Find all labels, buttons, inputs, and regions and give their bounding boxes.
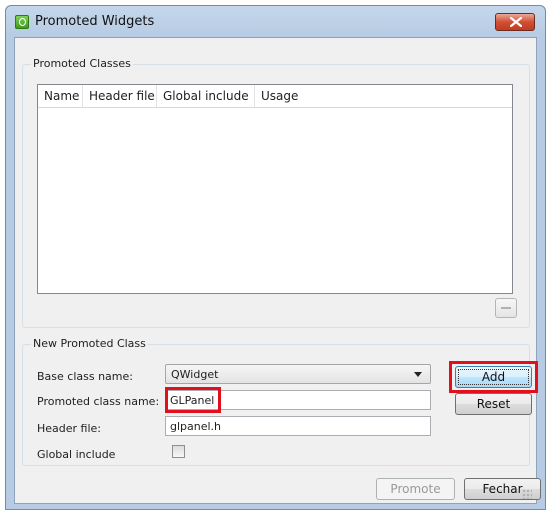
- promoted-class-label: Promoted class name:: [37, 395, 160, 408]
- reset-button[interactable]: Reset: [455, 393, 532, 415]
- promoted-class-value: GLPanel: [170, 394, 215, 407]
- new-promoted-class-title: New Promoted Class: [31, 337, 148, 350]
- column-header-name[interactable]: Name: [38, 85, 83, 107]
- base-class-combobox[interactable]: QWidget: [165, 364, 431, 384]
- close-icon: [510, 17, 522, 27]
- header-file-value: glpanel.h: [170, 420, 222, 433]
- title-bar[interactable]: Promoted Widgets: [6, 6, 545, 38]
- add-button-label: Add: [458, 369, 529, 385]
- global-include-checkbox[interactable]: [172, 445, 185, 458]
- qt-designer-icon: [15, 15, 29, 29]
- promoted-classes-title: Promoted Classes: [31, 57, 133, 70]
- window-title: Promoted Widgets: [35, 14, 155, 29]
- base-class-label: Base class name:: [37, 370, 133, 383]
- resize-grip[interactable]: [522, 489, 532, 499]
- base-class-value: QWidget: [171, 368, 219, 381]
- column-header-header-file[interactable]: Header file: [83, 85, 157, 107]
- promote-button[interactable]: Promote: [376, 478, 455, 500]
- header-file-label: Header file:: [37, 422, 102, 435]
- add-button[interactable]: Add: [455, 366, 532, 388]
- column-header-global-include[interactable]: Global include: [157, 85, 255, 107]
- column-header-usage[interactable]: Usage: [255, 85, 315, 107]
- table-header: Name Header file Global include Usage: [38, 85, 512, 108]
- chevron-down-icon: [414, 372, 422, 377]
- dialog-client-area: Promoted Classes Name Header file Global…: [14, 37, 541, 504]
- remove-class-button[interactable]: [495, 298, 517, 318]
- promoted-class-input[interactable]: GLPanel: [165, 390, 431, 410]
- dialog-window: Promoted Widgets Promoted Classes Name H…: [5, 5, 546, 510]
- global-include-label: Global include: [37, 448, 116, 461]
- header-file-input[interactable]: glpanel.h: [165, 416, 431, 436]
- promoted-classes-table[interactable]: Name Header file Global include Usage: [37, 84, 513, 294]
- close-button[interactable]: [495, 13, 535, 31]
